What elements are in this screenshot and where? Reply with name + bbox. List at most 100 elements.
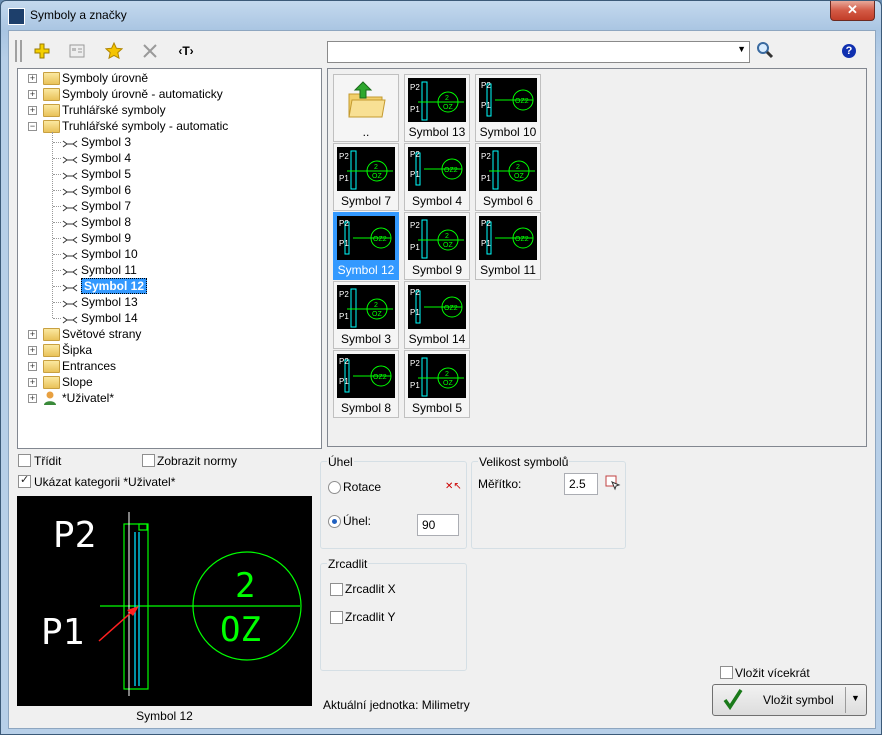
expand-icon[interactable]: + (28, 90, 37, 99)
user-icon (43, 390, 59, 405)
svg-text:P1: P1 (339, 377, 349, 386)
edit-icon[interactable] (65, 39, 89, 63)
show-norms-checkbox[interactable] (142, 454, 155, 467)
gallery-symbol-tile[interactable]: P2 P1 2 OZ Symbol 6 (475, 143, 541, 211)
svg-text:P1: P1 (410, 243, 420, 252)
show-norms-label: Zobrazit normy (157, 454, 238, 468)
symbol-leaf-icon (62, 169, 78, 180)
tree-leaf-item[interactable]: Symbol 12 (18, 278, 318, 294)
svg-text:P2: P2 (481, 219, 491, 228)
svg-text:OZ: OZ (443, 380, 453, 387)
insert-multiple-checkbox[interactable] (720, 666, 733, 679)
tree-folder-item[interactable]: + Entrances (18, 358, 318, 374)
tile-label: .. (362, 125, 370, 139)
pick-rotation-icon[interactable]: ✕↖ (445, 481, 462, 492)
tree-item-label: Slope (62, 375, 93, 389)
angle-radio[interactable] (328, 515, 341, 528)
tree-item-label: Symbol 6 (81, 183, 132, 197)
mirror-x-checkbox[interactable] (330, 583, 343, 596)
tree-leaf-item[interactable]: Symbol 10 (18, 246, 318, 262)
tree-folder-item[interactable]: + *Uživatel* (18, 390, 318, 406)
gallery-symbol-tile[interactable]: P2 P1 2 OZ Symbol 7 (333, 143, 399, 211)
svg-text:OZ: OZ (514, 173, 524, 180)
sort-checkbox[interactable] (18, 454, 31, 467)
gallery-symbol-tile[interactable]: P2 P1 2 OZ Symbol 13 (404, 74, 470, 142)
angle-input[interactable]: 90 (417, 514, 459, 536)
gallery-symbol-tile[interactable]: P2 P1 2 OZ Symbol 5 (404, 350, 470, 418)
gallery-symbol-tile[interactable]: P2 P1 OZ2 Symbol 12 (333, 212, 399, 280)
gallery-symbol-tile[interactable]: P2 P1 OZ2 Symbol 14 (404, 281, 470, 349)
collapse-icon[interactable]: − (28, 122, 37, 131)
text-tag-button[interactable]: ‹T› (174, 39, 198, 63)
gallery-symbol-tile[interactable]: P2 P1 2 OZ Symbol 3 (333, 281, 399, 349)
svg-text:P2: P2 (410, 83, 420, 92)
gallery-symbol-tile[interactable]: P2 P1 OZ2 Symbol 10 (475, 74, 541, 142)
angle-group-label: Úhel (327, 455, 354, 469)
tree-leaf-item[interactable]: Symbol 14 (18, 310, 318, 326)
svg-text:OZ2: OZ2 (444, 305, 458, 312)
mirror-y-checkbox[interactable] (330, 611, 343, 624)
symbol-thumbnail: P2 P1 OZ2 (479, 216, 537, 260)
expand-icon[interactable]: + (28, 106, 37, 115)
tree-leaf-item[interactable]: Symbol 8 (18, 214, 318, 230)
tree-item-label: Symbol 7 (81, 199, 132, 213)
gallery-symbol-tile[interactable]: P2 P1 OZ2 Symbol 8 (333, 350, 399, 418)
category-tree[interactable]: + Symboly úrovně + Symboly úrovně - automat… (17, 68, 322, 449)
tree-folder-item[interactable]: + Symboly úrovně - automaticky (18, 86, 318, 102)
tree-leaf-item[interactable]: Symbol 4 (18, 150, 318, 166)
insert-symbol-button[interactable]: Vložit symbol ▼ (712, 684, 867, 716)
scale-input[interactable]: 2.5 (564, 473, 598, 495)
title-bar[interactable]: Symboly a značky ✕ (1, 1, 881, 29)
symbol-gallery[interactable]: .. P2 P1 2 OZ Symbol 7 P2 P1 OZ2 Symbol 12 P2 P1 2 OZ… (327, 68, 867, 447)
gallery-symbol-tile[interactable]: P2 P1 OZ2 Symbol 4 (404, 143, 470, 211)
tree-connector (53, 270, 61, 271)
preview-caption: Symbol 12 (136, 709, 193, 723)
tree-leaf-item[interactable]: Symbol 5 (18, 166, 318, 182)
svg-text:OZ2: OZ2 (515, 236, 529, 243)
search-icon[interactable] (755, 40, 775, 60)
chevron-down-icon[interactable]: ▼ (737, 44, 746, 54)
show-user-category-checkbox[interactable] (18, 473, 31, 488)
tree-leaf-item[interactable]: Symbol 11 (18, 262, 318, 278)
tile-label: Symbol 14 (408, 332, 466, 346)
symbol-thumbnail: P2 P1 2 OZ (408, 216, 466, 260)
tree-leaf-item[interactable]: Symbol 9 (18, 230, 318, 246)
add-icon[interactable] (30, 39, 54, 63)
pick-scale-icon[interactable] (605, 475, 621, 494)
symbol-thumbnail: P2 P1 2 OZ (408, 354, 466, 398)
expand-icon[interactable]: + (28, 378, 37, 387)
tree-leaf-item[interactable]: Symbol 7 (18, 198, 318, 214)
delete-icon[interactable] (138, 39, 162, 63)
gallery-symbol-tile[interactable]: P2 P1 2 OZ Symbol 9 (404, 212, 470, 280)
expand-icon[interactable]: + (28, 346, 37, 355)
tree-leaf-item[interactable]: Symbol 6 (18, 182, 318, 198)
tree-leaf-item[interactable]: Symbol 13 (18, 294, 318, 310)
rotation-radio[interactable] (328, 481, 341, 494)
tree-folder-item[interactable]: + Šipka (18, 342, 318, 358)
gallery-symbol-tile[interactable]: P2 P1 OZ2 Symbol 11 (475, 212, 541, 280)
tree-folder-item[interactable]: + Světové strany (18, 326, 318, 342)
help-icon[interactable]: ? (842, 44, 856, 58)
tree-item-label: Symbol 12 (81, 278, 148, 294)
tree-folder-item[interactable]: + Symboly úrovně (18, 70, 318, 86)
search-input[interactable]: ▼ (327, 41, 750, 63)
rotation-label: Rotace (343, 480, 382, 494)
tree-folder-item[interactable]: + Truhlářské symboly (18, 102, 318, 118)
expand-icon[interactable]: + (28, 394, 37, 403)
chevron-down-icon[interactable]: ▼ (851, 693, 860, 703)
star-icon[interactable] (102, 39, 126, 63)
tree-folder-item[interactable]: − Truhlářské symboly - automatic (18, 118, 318, 134)
window-title: Symboly a značky (30, 8, 127, 22)
expand-icon[interactable]: + (28, 362, 37, 371)
folder-icon (43, 328, 60, 341)
expand-icon[interactable]: + (28, 330, 37, 339)
checkmark-icon (723, 688, 743, 713)
close-button[interactable]: ✕ (830, 1, 875, 21)
tree-leaf-item[interactable]: Symbol 3 (18, 134, 318, 150)
tree-folder-item[interactable]: + Slope (18, 374, 318, 390)
expand-icon[interactable]: + (28, 74, 37, 83)
svg-text:P1: P1 (481, 239, 491, 248)
symbol-size-group-label: Velikost symbolů (478, 455, 570, 469)
gallery-up-tile[interactable]: .. (333, 74, 399, 142)
symbol-thumbnail: P2 P1 OZ2 (337, 216, 395, 260)
